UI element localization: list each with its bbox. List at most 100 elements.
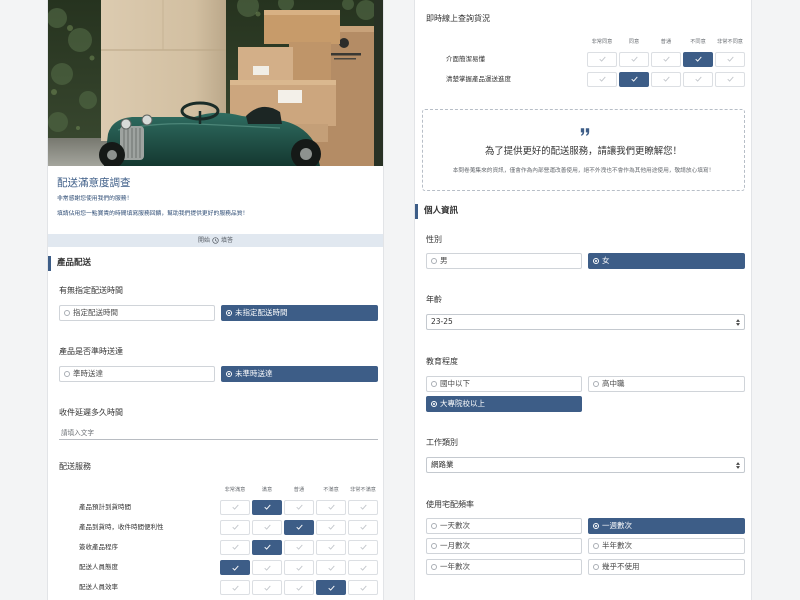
service-rating-matrix: 非常滿意 滿意 普通 不滿意 非常不滿意 產品預計到貨時間 產品到貨時，收件時間便利性 簽收產… (48, 486, 383, 600)
frequency-option-4[interactable]: 半年數次 (588, 538, 745, 555)
time-specified-options: 指定配送時間 未指定配送時間 (59, 305, 378, 321)
notice-headline: 為了提供更好的配送服務，請讓我們更瞭解您！ (485, 146, 682, 157)
service-row-label: 產品到貨時，收件時間便利性 (79, 522, 164, 531)
on-time-option-2[interactable]: 未準時送達 (221, 366, 378, 382)
question-label-delay: 收件延遲多久時間 (59, 408, 123, 417)
gender-option-1[interactable]: 男 (426, 253, 582, 269)
frequency-option-label: 一月數次 (440, 541, 470, 551)
tracking-rating-cell[interactable] (587, 51, 617, 67)
time-specified-option-1[interactable]: 指定配送時間 (59, 305, 215, 321)
frequency-option-label: 一天數次 (440, 521, 470, 530)
service-rating-cell[interactable] (220, 539, 250, 555)
on-time-options: 準時送達 未準時送達 (59, 366, 378, 382)
service-rating-cell[interactable] (316, 539, 346, 555)
service-rating-cell[interactable] (220, 560, 250, 576)
frequency-option-1[interactable]: 一天數次 (426, 518, 582, 534)
tracking-rating-cell[interactable] (619, 51, 649, 67)
service-rating-cell[interactable] (316, 580, 346, 596)
service-rating-cell[interactable] (348, 499, 378, 515)
tracking-matrix-row: 介面簡潔易懂 (415, 51, 751, 67)
time-specified-option-label: 指定配送時間 (73, 308, 118, 317)
start-survey-button[interactable]: 開始 填答 (48, 234, 383, 247)
occupation-select[interactable]: 網路業 (426, 457, 745, 473)
select-arrows-icon (736, 461, 740, 469)
survey-panel-right: 即時線上查詢貨況 非常同意 同意 普通 不同意 非常不同意 介面簡潔易懂 清楚掌握產品運送進… (414, 0, 752, 600)
start-label-suffix: 填答 (221, 237, 234, 244)
start-label: 開始 (197, 237, 210, 244)
tracking-rating-cell[interactable] (715, 51, 745, 67)
delay-text-input[interactable] (59, 426, 378, 440)
tracking-row-label: 介面簡潔易懂 (446, 54, 485, 63)
tracking-rating-cell[interactable] (683, 71, 713, 87)
service-rating-cell[interactable] (220, 499, 250, 515)
education-option-1[interactable]: 國中以下 (426, 376, 582, 392)
check-icon (662, 76, 670, 82)
service-rating-cell[interactable] (252, 580, 282, 596)
service-rating-cell[interactable] (348, 580, 378, 596)
service-matrix-row: 產品到貨時，收件時間便利性 (48, 519, 383, 535)
tracking-scale-header: 非常不同意 (717, 39, 743, 45)
service-rating-cell[interactable] (284, 519, 314, 535)
question-label-on-time: 產品是否準時送達 (59, 347, 123, 356)
education-option-label: 高中職 (602, 379, 625, 388)
service-rating-cell[interactable] (284, 499, 314, 515)
service-rating-cell[interactable] (284, 539, 314, 555)
tracking-rating-cell[interactable] (651, 71, 681, 87)
frequency-option-6[interactable]: 幾乎不使用 (588, 558, 745, 575)
question-label-gender: 性別 (426, 235, 442, 244)
check-icon (231, 504, 239, 510)
check-icon (327, 585, 335, 591)
service-rating-cell[interactable] (220, 580, 250, 596)
service-rating-cell[interactable] (284, 560, 314, 576)
service-rating-cell[interactable] (348, 539, 378, 555)
service-rating-cell[interactable] (252, 519, 282, 535)
service-rating-cell[interactable] (348, 519, 378, 535)
time-specified-option-2[interactable]: 未指定配送時間 (221, 305, 378, 321)
service-rating-cell[interactable] (316, 560, 346, 576)
radio-unchecked-icon (593, 381, 599, 387)
tracking-rating-cell[interactable] (619, 71, 649, 87)
service-rating-cell[interactable] (252, 499, 282, 515)
gender-options: 男女 (426, 253, 745, 269)
service-rating-cell[interactable] (348, 560, 378, 576)
frequency-option-5[interactable]: 一年數次 (426, 558, 582, 575)
frequency-option-3[interactable]: 一月數次 (426, 538, 582, 555)
service-matrix-row: 簽收產品程序 (48, 539, 383, 555)
intro-request-text: 填請佔用您一點寶貴的時間填寫服務回饋，幫助我們提供更好的服務品質！ (57, 210, 249, 217)
radio-unchecked-icon (431, 258, 437, 264)
service-scale-header: 普通 (293, 487, 305, 493)
radio-checked-icon (226, 371, 232, 377)
education-option-3[interactable]: 大專院校以上 (426, 396, 582, 413)
check-icon (295, 524, 303, 530)
on-time-option-1[interactable]: 準時送達 (59, 366, 215, 382)
service-rating-cell[interactable] (252, 560, 282, 576)
tracking-rating-cell[interactable] (683, 51, 713, 67)
service-rating-cell[interactable] (284, 580, 314, 596)
survey-panel-left: 配送滿意度調查 非常感謝您使用我們的服務！ 填請佔用您一點寶貴的時間填寫服務回饋… (47, 0, 384, 600)
radio-checked-icon (431, 401, 437, 408)
age-select[interactable]: 23-25 (426, 314, 745, 330)
tracking-rating-cell[interactable] (651, 51, 681, 67)
check-icon (295, 585, 303, 591)
intro-thanks-text: 非常感謝您使用我們的服務！ (57, 195, 133, 202)
frequency-option-label: 半年數次 (602, 541, 632, 551)
on-time-option-label: 未準時送達 (235, 369, 273, 378)
service-rating-cell[interactable] (316, 499, 346, 515)
service-rating-cell[interactable] (220, 519, 250, 535)
tracking-rating-cell[interactable] (587, 71, 617, 87)
service-rating-cell[interactable] (316, 519, 346, 535)
question-label-frequency: 使用宅配頻率 (426, 500, 474, 509)
gender-option-2[interactable]: 女 (588, 253, 745, 269)
tracking-rating-cell[interactable] (715, 71, 745, 87)
check-icon (359, 565, 367, 571)
check-icon (726, 76, 734, 82)
section-header-personal: 個人資訊 (415, 203, 751, 219)
service-rating-cell[interactable] (252, 539, 282, 555)
quote-icon (580, 128, 590, 136)
education-option-2[interactable]: 高中職 (588, 376, 745, 392)
service-row-label: 產品預計到貨時間 (79, 502, 131, 511)
question-label-education: 教育程度 (426, 357, 458, 366)
check-icon (263, 544, 271, 551)
frequency-option-2[interactable]: 一週數次 (588, 518, 745, 534)
section-header-delivery: 產品配送 (48, 255, 383, 271)
